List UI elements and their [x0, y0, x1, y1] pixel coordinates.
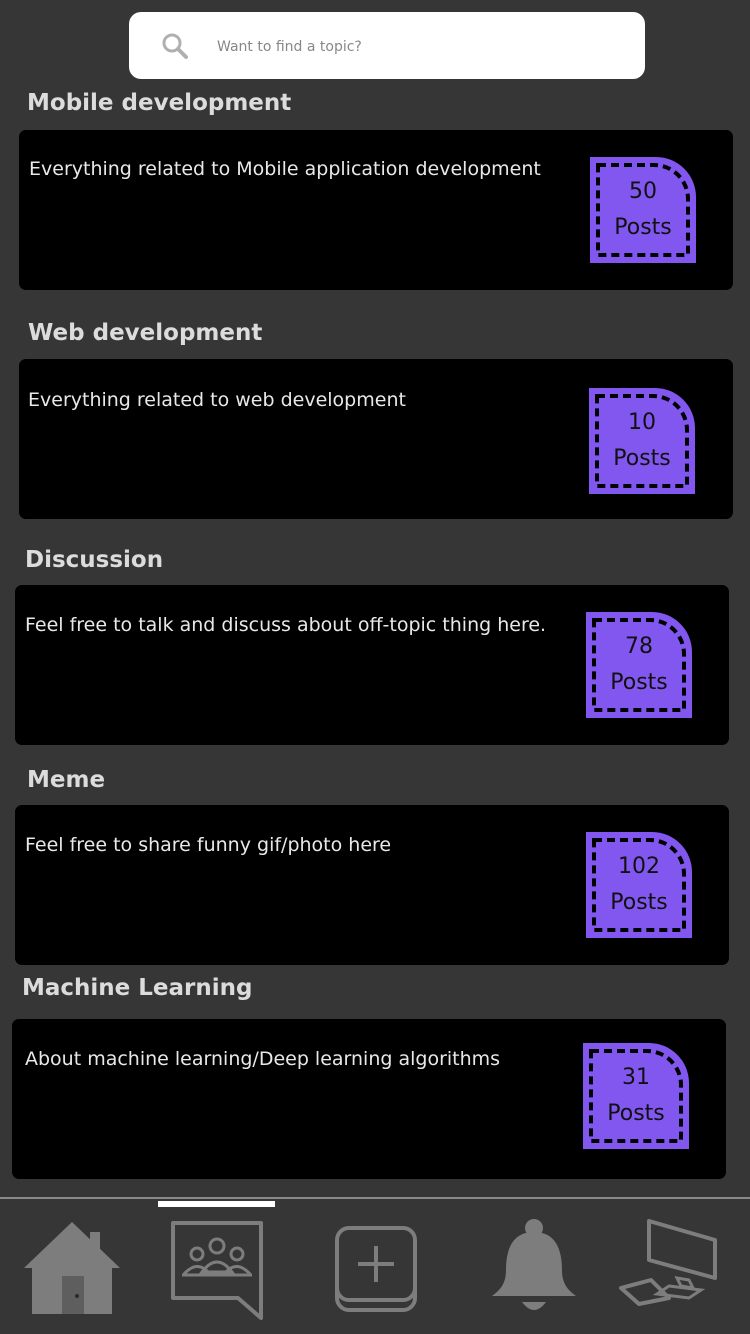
post-count-label: Posts	[610, 890, 668, 915]
nav-computer[interactable]	[617, 1218, 719, 1306]
topic-description: About machine learning/Deep learning alg…	[25, 1048, 501, 1070]
post-count-badge: 50 Posts	[590, 157, 696, 263]
search-bar[interactable]	[129, 12, 645, 81]
post-count: 50	[629, 179, 657, 204]
topic-card-web[interactable]: Everything related to web development 10…	[19, 359, 733, 519]
search-icon	[161, 32, 189, 64]
post-count: 10	[628, 410, 656, 435]
add-post-icon	[335, 1226, 417, 1312]
post-count-badge: 10 Posts	[589, 388, 695, 494]
post-count-label: Posts	[607, 1101, 665, 1126]
topic-description: Feel free to share funny gif/photo here	[25, 834, 392, 856]
section-title-meme: Meme	[27, 767, 106, 793]
post-count-badge: 78 Posts	[586, 612, 692, 718]
post-count: 31	[622, 1065, 650, 1090]
post-count-label: Posts	[614, 215, 672, 240]
post-count: 102	[618, 854, 660, 879]
nav-home[interactable]	[22, 1220, 122, 1316]
computer-icon	[619, 1219, 717, 1306]
search-input[interactable]	[215, 12, 619, 81]
nav-notifications[interactable]	[490, 1218, 578, 1320]
topic-description: Everything related to web development	[28, 389, 406, 411]
post-count-label: Posts	[613, 446, 671, 471]
home-icon	[24, 1222, 120, 1314]
nav-community[interactable]	[170, 1220, 265, 1320]
section-title-web: Web development	[28, 320, 263, 346]
nav-add-post[interactable]	[335, 1226, 417, 1312]
bell-icon	[492, 1219, 576, 1310]
topic-card-mobile[interactable]: Everything related to Mobile application…	[19, 130, 733, 290]
post-count-badge: 31 Posts	[583, 1043, 689, 1149]
topic-description: Feel free to talk and discuss about off-…	[25, 614, 547, 636]
topic-card-machine-learning[interactable]: About machine learning/Deep learning alg…	[12, 1019, 726, 1179]
topic-description: Everything related to Mobile application…	[29, 158, 541, 180]
topic-card-discussion[interactable]: Feel free to talk and discuss about off-…	[15, 585, 729, 745]
post-count-badge: 102 Posts	[586, 832, 692, 938]
community-chat-icon	[171, 1221, 263, 1320]
section-title-machine-learning: Machine Learning	[22, 975, 253, 1001]
section-title-discussion: Discussion	[25, 547, 164, 573]
topic-card-meme[interactable]: Feel free to share funny gif/photo here …	[15, 805, 729, 965]
active-tab-indicator	[158, 1201, 275, 1207]
section-title-mobile: Mobile development	[27, 90, 292, 116]
post-count: 78	[625, 634, 653, 659]
post-count-label: Posts	[610, 670, 668, 695]
